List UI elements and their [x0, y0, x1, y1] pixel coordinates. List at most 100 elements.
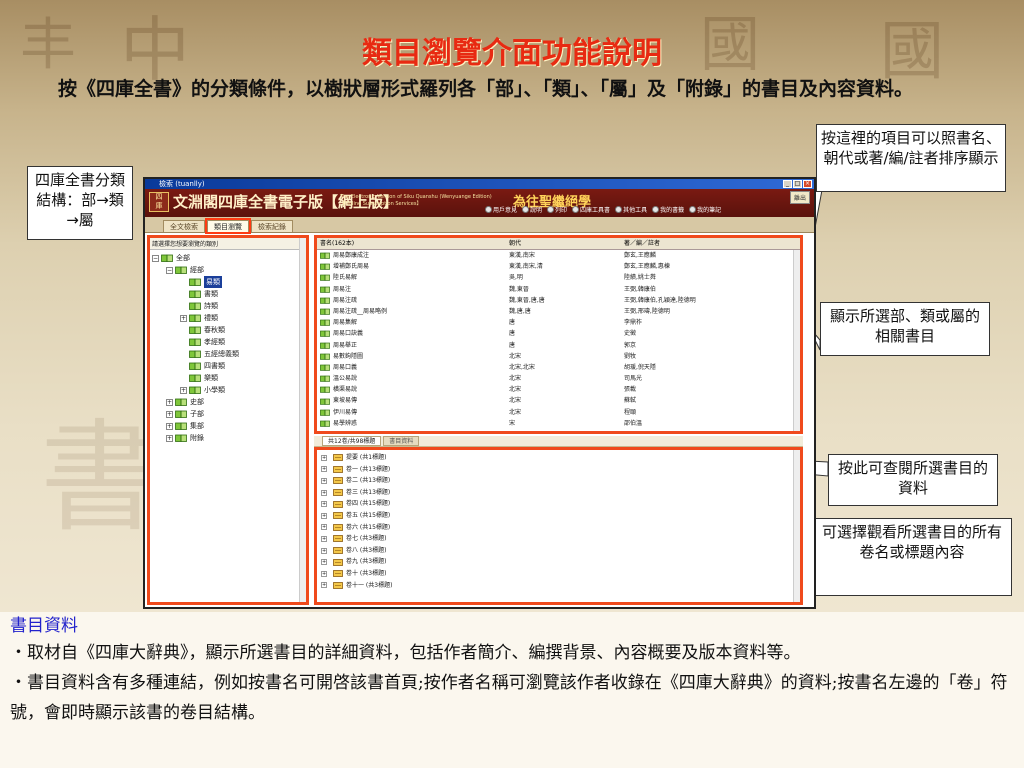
volume-item[interactable]: + 卷七 (共3標題) [317, 533, 800, 545]
expand-icon[interactable]: + [321, 501, 327, 508]
tree-item[interactable]: − 全部 [152, 252, 304, 264]
book-title[interactable]: 周易注疏__周易略例 [333, 306, 387, 317]
tree-scrollbar[interactable] [299, 238, 306, 602]
tool-bookmarks[interactable]: 我的書籤 [652, 205, 684, 214]
book-row[interactable]: 周易集解 唐 李鼎祚 [317, 317, 800, 328]
maximize-button[interactable]: □ [793, 180, 802, 188]
tree-item[interactable]: 五經總義類 [152, 348, 304, 360]
tree-item[interactable]: + 附錄 [152, 432, 304, 444]
book-title[interactable]: 周易集解 [333, 317, 357, 328]
book-row[interactable]: 周易注疏 魏,東晉,唐,唐 王弼,韓康伯,孔穎達,陸德明 [317, 295, 800, 306]
volume-item[interactable]: + 卷十 (共3標題) [317, 568, 800, 580]
tree-item[interactable]: 春秋類 [152, 324, 304, 336]
book-title[interactable]: 周易鄭康成注 [333, 250, 369, 261]
sort-by-title-header[interactable]: 書名(162本) [317, 238, 509, 249]
tree-item[interactable]: 樂類 [152, 372, 304, 384]
volume-item[interactable]: + 卷四 (共15標題) [317, 498, 800, 510]
book-row[interactable]: 周易注 魏,東晉 王弼,韓康伯 [317, 284, 800, 295]
book-title[interactable]: 周易口義 [333, 362, 357, 373]
book-row[interactable]: 易學辨惑 宋 邵伯溫 [317, 418, 800, 429]
collapse-icon[interactable]: − [152, 254, 159, 262]
book-title[interactable]: 周易注 [333, 284, 351, 295]
tree-item[interactable]: 書類 [152, 288, 304, 300]
expand-icon[interactable]: + [321, 570, 327, 577]
book-row[interactable]: 增補鄭氏周易 東漢,南宋,清 鄭玄,王應麟,惠棟 [317, 261, 800, 272]
tree-item[interactable]: − 經部 [152, 264, 304, 276]
expand-icon[interactable]: + [321, 524, 327, 531]
volume-item[interactable]: + 提要 (共1標題) [317, 452, 800, 464]
tree-item[interactable]: + 集部 [152, 420, 304, 432]
expand-icon[interactable]: + [321, 512, 327, 519]
volume-item[interactable]: + 卷十一 (共3標題) [317, 580, 800, 592]
expand-icon[interactable]: + [321, 582, 327, 589]
tab-search-history[interactable]: 檢索紀錄 [251, 220, 293, 232]
volume-item[interactable]: + 卷五 (共15標題) [317, 510, 800, 522]
minimize-button[interactable]: _ [783, 180, 792, 188]
volume-item[interactable]: + 卷一 (共13標題) [317, 464, 800, 476]
volume-scrollbar[interactable] [793, 450, 800, 602]
book-row[interactable]: 伊川易傳 北宋 程頤 [317, 407, 800, 418]
tree-item[interactable]: + 小學類 [152, 384, 304, 396]
expand-icon[interactable]: + [166, 434, 173, 442]
tree-item[interactable]: 四書類 [152, 360, 304, 372]
tool-feedback[interactable]: 用戶意見 [485, 205, 517, 214]
volume-item[interactable]: + 卷八 (共3標題) [317, 545, 800, 557]
tree-item[interactable]: + 禮類 [152, 312, 304, 324]
book-row[interactable]: 周易鄭康成注 東漢,南宋 鄭玄,王應麟 [317, 250, 800, 261]
book-title[interactable]: 橫渠易說 [333, 384, 357, 395]
book-row[interactable]: 周易口義 北宋,北宋 胡瑗,倪天隱 [317, 362, 800, 373]
expand-icon[interactable]: + [321, 559, 327, 566]
book-row[interactable]: 周易注疏__周易略例 魏,唐,唐 王弼,邢璹,陸德明 [317, 306, 800, 317]
tool-print[interactable]: 列印 [547, 205, 567, 214]
tree-item[interactable]: + 史部 [152, 396, 304, 408]
tool-help[interactable]: 說明 [522, 205, 542, 214]
book-title[interactable]: 東坡易傳 [333, 395, 357, 406]
book-title[interactable]: 易學辨惑 [333, 418, 357, 429]
tab-catalog-data[interactable]: 書目資料 [383, 436, 420, 446]
expand-icon[interactable]: + [321, 547, 327, 554]
collapse-icon[interactable]: − [166, 266, 173, 274]
book-title[interactable]: 陸氏易解 [333, 272, 357, 283]
book-row[interactable]: 東坡易傳 北宋 蘇軾 [317, 395, 800, 406]
book-title[interactable]: 周易口訣義 [333, 328, 363, 339]
expand-icon[interactable]: + [166, 410, 173, 418]
tool-reference[interactable]: 四庫工具書 [572, 205, 610, 214]
expand-icon[interactable]: + [321, 477, 327, 484]
expand-icon[interactable]: + [321, 535, 327, 542]
expand-icon[interactable]: + [321, 454, 327, 461]
tree-item[interactable]: 詩類 [152, 300, 304, 312]
book-row[interactable]: 易數鉤隱圖 北宋 劉牧 [317, 351, 800, 362]
book-row[interactable]: 陸氏易解 吳,明 陸績,姚士粦 [317, 272, 800, 283]
book-row[interactable]: 周易口訣義 唐 史徵 [317, 328, 800, 339]
volume-item[interactable]: + 卷九 (共3標題) [317, 556, 800, 568]
tree-item[interactable]: 孝經類 [152, 336, 304, 348]
sort-by-author-header[interactable]: 著／編／註者 [624, 238, 800, 249]
tool-notes[interactable]: 我的筆記 [689, 205, 721, 214]
expand-icon[interactable]: + [180, 314, 187, 322]
tab-volumes[interactable]: 共12卷/共98標題 [322, 436, 382, 446]
sort-by-dynasty-header[interactable]: 朝代 [509, 238, 624, 249]
book-title[interactable]: 周易注疏 [333, 295, 357, 306]
book-title[interactable]: 周易舉正 [333, 340, 357, 351]
book-title[interactable]: 增補鄭氏周易 [333, 261, 369, 272]
tree-item[interactable]: + 子部 [152, 408, 304, 420]
expand-icon[interactable]: + [321, 466, 327, 473]
volume-item[interactable]: + 卷三 (共13標題) [317, 487, 800, 499]
close-button[interactable]: × [803, 180, 812, 188]
book-list-scrollbar[interactable] [793, 250, 800, 431]
exit-button[interactable]: 離出 [789, 191, 810, 204]
tab-fulltext-search[interactable]: 全文檢索 [163, 220, 205, 232]
book-row[interactable]: 周易舉正 唐 郭京 [317, 340, 800, 351]
book-title[interactable]: 伊川易傳 [333, 407, 357, 418]
expand-icon[interactable]: + [166, 398, 173, 406]
book-title[interactable]: 易數鉤隱圖 [333, 351, 363, 362]
expand-icon[interactable]: + [321, 489, 327, 496]
book-row[interactable]: 橫渠易說 北宋 張載 [317, 384, 800, 395]
tree-item[interactable]: 易類 [152, 276, 304, 288]
book-row[interactable]: 溫公易說 北宋 司馬光 [317, 373, 800, 384]
book-title[interactable]: 溫公易說 [333, 373, 357, 384]
expand-icon[interactable]: + [166, 422, 173, 430]
volume-item[interactable]: + 卷六 (共15標題) [317, 522, 800, 534]
tab-category-browse[interactable]: 類目瀏覽 [205, 218, 251, 234]
expand-icon[interactable]: + [180, 386, 187, 394]
